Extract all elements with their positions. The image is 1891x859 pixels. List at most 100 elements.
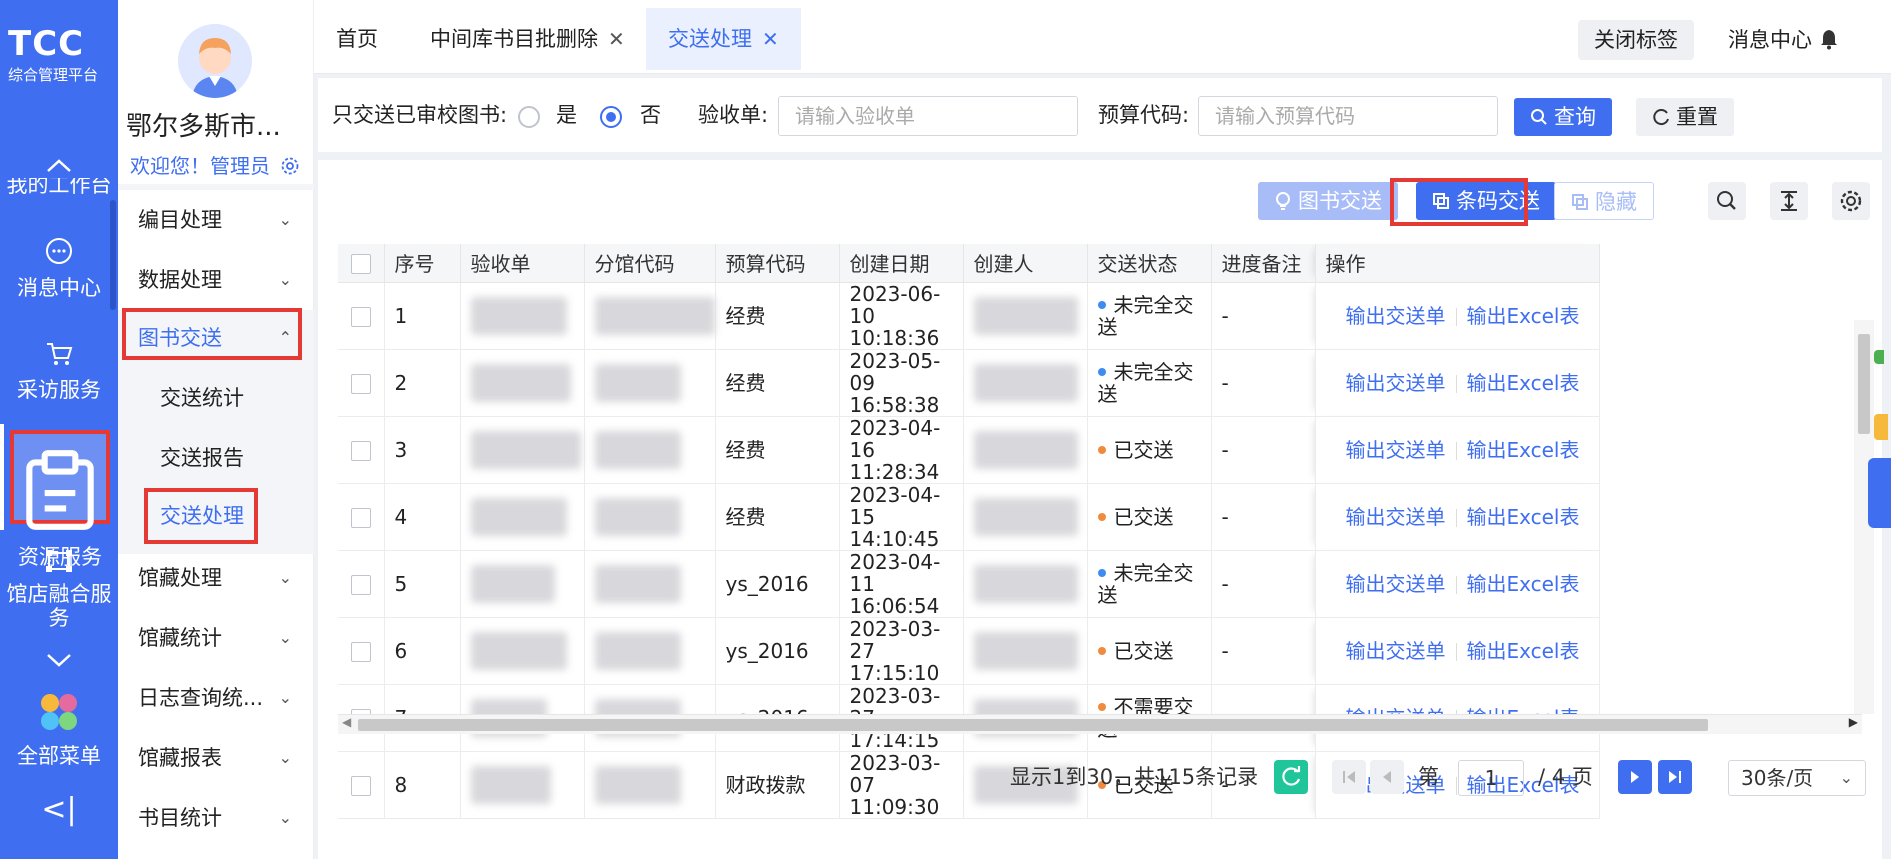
col-header-note[interactable]: 进度备注 xyxy=(1211,244,1316,283)
col-header-budget[interactable]: 预算代码 xyxy=(715,244,840,283)
chevron-up-icon xyxy=(47,159,71,172)
export-transfer-link[interactable]: 输出交送单 xyxy=(1346,438,1446,462)
menu-data-processing[interactable]: 数据处理 ⌄ xyxy=(118,250,314,310)
table-settings-button[interactable] xyxy=(1832,182,1870,220)
export-excel-link[interactable]: 输出Excel表 xyxy=(1467,639,1580,663)
rail-scroll-down[interactable] xyxy=(0,650,118,675)
edge-tab-green[interactable] xyxy=(1874,350,1884,364)
close-icon[interactable]: ✕ xyxy=(608,27,625,51)
floating-edge-widget[interactable] xyxy=(1868,350,1891,550)
table-row[interactable]: 8 财政拨款 2023-03-07 11:09:30 已交送 - 输出交送单输出… xyxy=(338,751,1600,819)
export-transfer-link[interactable]: 输出交送单 xyxy=(1346,371,1446,395)
scrollbar-thumb[interactable] xyxy=(358,719,1708,731)
export-transfer-link[interactable]: 输出交送单 xyxy=(1346,505,1446,529)
row-checkbox-cell[interactable] xyxy=(338,282,385,350)
refresh-button[interactable] xyxy=(1274,760,1308,794)
checkbox[interactable] xyxy=(350,574,371,595)
col-header-branch[interactable]: 分馆代码 xyxy=(584,244,716,283)
receipt-input[interactable]: 请输入验收单 xyxy=(778,96,1078,136)
menu-log-query[interactable]: 日志查询统... ⌄ xyxy=(118,668,314,728)
table-row[interactable]: 4 经费 2023-04-15 14:10:45 已交送 - 输出交送单 输出Ex… xyxy=(338,483,1600,551)
menu-cataloging[interactable]: 编目处理 ⌄ xyxy=(118,190,314,250)
export-transfer-link[interactable]: 输出交送单 xyxy=(1346,639,1446,663)
checkbox[interactable] xyxy=(350,507,371,528)
col-header-date[interactable]: 创建日期 xyxy=(839,244,964,283)
settings-gear-icon[interactable] xyxy=(280,156,300,176)
export-transfer-link[interactable]: 输出交送单 xyxy=(1346,304,1446,328)
checkbox[interactable] xyxy=(350,373,371,394)
table-row[interactable]: 3 经费 2023-04-16 11:28:34 已交送 - 输出交送单 输出Ex… xyxy=(338,416,1600,484)
rail-item-purchase[interactable]: 采访服务 xyxy=(0,338,118,404)
export-excel-link[interactable]: 输出Excel表 xyxy=(1467,371,1580,395)
rail-item-label: 我的工作台 xyxy=(6,178,112,197)
menu-collection-stats[interactable]: 馆藏统计 ⌄ xyxy=(118,608,314,668)
col-header-status[interactable]: 交送状态 xyxy=(1087,244,1212,283)
search-button[interactable]: 查询 xyxy=(1514,98,1612,136)
col-header-no[interactable]: 序号 xyxy=(384,244,461,283)
row-checkbox-cell[interactable] xyxy=(338,416,385,484)
row-checkbox-cell[interactable] xyxy=(338,617,385,685)
close-tags-button[interactable]: 关闭标签 xyxy=(1578,20,1694,60)
rail-item-messages[interactable]: 消息中心 xyxy=(0,236,118,302)
table-row[interactable]: 5 ys_2016 2023-04-11 16:06:54 未完全交送 - 输出… xyxy=(338,550,1600,618)
checkbox[interactable] xyxy=(350,306,371,327)
menu-book-transfer[interactable]: 图书交送 ⌃ xyxy=(118,308,314,368)
avatar[interactable] xyxy=(178,24,252,98)
submenu-transfer-stats[interactable]: 交送统计 xyxy=(118,368,314,428)
tab-transfer-processing[interactable]: 交送处理 ✕ xyxy=(646,8,801,70)
radio-yes[interactable] xyxy=(518,106,540,128)
col-header-creator[interactable]: 创建人 xyxy=(963,244,1088,283)
budget-input[interactable]: 请输入预算代码 xyxy=(1198,96,1498,136)
submenu-transfer-report[interactable]: 交送报告 xyxy=(118,428,314,488)
horizontal-scrollbar[interactable]: ◀ ▶ xyxy=(338,714,1862,734)
rail-item-fusion[interactable]: 馆店融合服务 xyxy=(0,546,118,630)
book-transfer-button[interactable]: 图书交送 xyxy=(1258,182,1398,220)
checkbox[interactable] xyxy=(350,775,371,796)
select-all-checkbox[interactable] xyxy=(338,244,385,283)
collapse-sidebar-button[interactable]: <| xyxy=(0,792,118,827)
export-excel-link[interactable]: 输出Excel表 xyxy=(1467,304,1580,328)
edge-tab-blue[interactable] xyxy=(1868,458,1891,528)
first-page-button[interactable] xyxy=(1332,760,1366,794)
menu-collection-processing[interactable]: 馆藏处理 ⌄ xyxy=(118,548,314,608)
checkbox[interactable] xyxy=(350,641,371,662)
edge-tab-yellow[interactable] xyxy=(1874,414,1888,440)
next-page-button[interactable] xyxy=(1618,760,1652,794)
export-transfer-link[interactable]: 输出交送单 xyxy=(1346,572,1446,596)
tab-home[interactable]: 首页 xyxy=(314,8,400,70)
table-search-button[interactable] xyxy=(1708,182,1746,220)
row-checkbox-cell[interactable] xyxy=(338,349,385,417)
export-excel-link[interactable]: 输出Excel表 xyxy=(1467,505,1580,529)
checkbox[interactable] xyxy=(350,440,371,461)
rail-all-menu[interactable]: 全部菜单 xyxy=(0,690,118,770)
column-height-button[interactable] xyxy=(1770,182,1808,220)
export-excel-link[interactable]: 输出Excel表 xyxy=(1467,438,1580,462)
table-row[interactable]: 6 ys_2016 2023-03-27 17:15:10 已交送 - 输出交送… xyxy=(338,617,1600,685)
barcode-transfer-button[interactable]: 条码交送 xyxy=(1416,182,1556,220)
hide-button[interactable]: 隐藏 xyxy=(1554,182,1654,220)
row-checkbox-cell[interactable] xyxy=(338,751,385,819)
row-checkbox-cell[interactable] xyxy=(338,550,385,618)
message-center-link[interactable]: 消息中心 xyxy=(1728,20,1839,60)
table-row[interactable]: 1 经费 2023-06-10 10:18:36 未完全交送 - 输出交送单 输出… xyxy=(338,282,1600,350)
radio-no[interactable] xyxy=(600,106,622,128)
scroll-right-icon[interactable]: ▶ xyxy=(1849,715,1858,729)
rail-item-workbench[interactable]: 我的工作台 xyxy=(0,178,118,200)
row-checkbox-cell[interactable] xyxy=(338,483,385,551)
page-number-input[interactable]: 1 xyxy=(1458,760,1524,796)
scroll-left-icon[interactable]: ◀ xyxy=(342,715,351,729)
page-size-select[interactable]: 30条/页 ⌄ xyxy=(1728,760,1866,796)
checkbox[interactable] xyxy=(350,254,371,275)
col-header-receipt[interactable]: 验收单 xyxy=(460,244,585,283)
menu-collection-report[interactable]: 馆藏报表 ⌄ xyxy=(118,728,314,788)
rail-item-resources[interactable]: 资源服务 xyxy=(10,430,110,569)
tab-batch-delete[interactable]: 中间库书目批删除 ✕ xyxy=(408,8,647,70)
export-excel-link[interactable]: 输出Excel表 xyxy=(1467,572,1580,596)
prev-page-button[interactable] xyxy=(1370,760,1404,794)
table-row[interactable]: 2 经费 2023-05-09 16:58:38 未完全交送 - 输出交送单 输出… xyxy=(338,349,1600,417)
last-page-button[interactable] xyxy=(1658,760,1692,794)
reset-button[interactable]: 重置 xyxy=(1636,98,1734,136)
menu-bibliography-stats[interactable]: 书目统计 ⌄ xyxy=(118,788,314,848)
submenu-transfer-processing[interactable]: 交送处理 xyxy=(118,486,314,546)
close-icon[interactable]: ✕ xyxy=(762,27,779,51)
